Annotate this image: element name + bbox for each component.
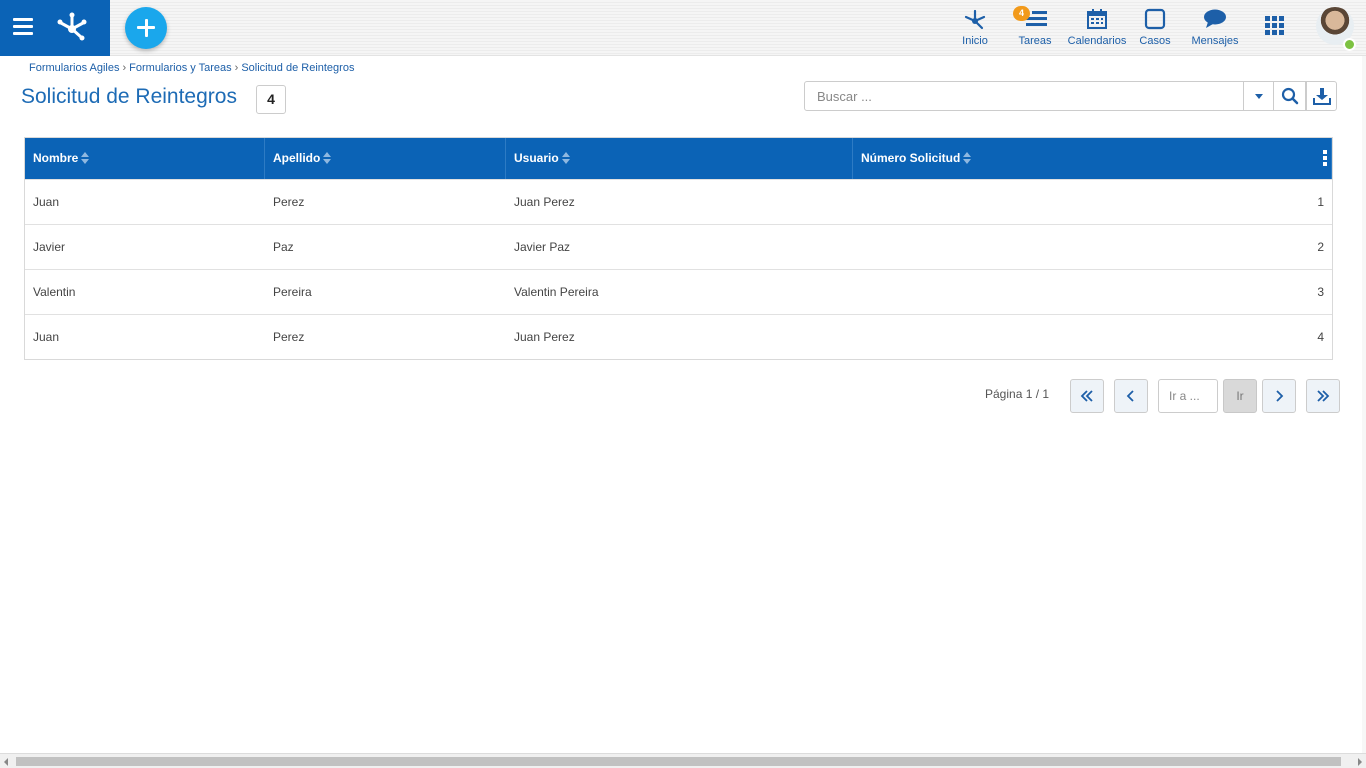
column-header-apellido[interactable]: Apellido [265,138,506,179]
chevron-right-icon [1276,390,1284,402]
search-options-dropdown[interactable] [1243,82,1273,110]
column-header-nombre[interactable]: Nombre [25,138,265,179]
nav-casos[interactable]: Casos [1138,6,1172,47]
column-header-label: Usuario [514,151,559,165]
top-bar: Inicio 4 Tareas Calendarios Casos Mensaj… [0,0,1366,56]
nav-inicio-label: Inicio [962,35,988,47]
cell-usuario: Juan Perez [514,195,575,209]
nav-tareas-label: Tareas [1018,35,1052,47]
column-header-usuario[interactable]: Usuario [506,138,853,179]
cell-usuario: Valentin Pereira [514,285,599,299]
column-header-label: Apellido [273,151,321,165]
table-row[interactable]: Valentin Pereira Valentin Pereira 3 [25,269,1332,314]
next-page-button[interactable] [1262,379,1296,413]
previous-page-button[interactable] [1114,379,1148,413]
vertical-scrollbar[interactable] [1362,56,1366,753]
nav-calendarios-label: Calendarios [1067,35,1127,47]
download-icon [1312,88,1331,105]
cell-nombre: Javier [33,240,66,254]
nav-calendarios[interactable]: Calendarios [1066,6,1128,47]
cell-nombre: Valentin [33,285,76,299]
search-button[interactable] [1273,81,1306,111]
data-grid: Nombre Apellido Usuario Número Solicitud… [24,137,1333,360]
scroll-right-icon[interactable] [1358,758,1362,766]
hamburger-menu-icon[interactable] [13,18,33,36]
nav-mensajes[interactable]: Mensajes [1191,6,1239,47]
table-row[interactable]: Juan Perez Juan Perez 4 [25,314,1332,359]
table-row[interactable]: Javier Paz Javier Paz 2 [25,224,1332,269]
column-header-label: Nombre [33,151,79,165]
page-indicator: Página 1 / 1 [985,387,1050,401]
tasks-icon: 4 [1013,6,1054,32]
tasks-count-badge: 4 [1013,6,1030,21]
sort-icon[interactable] [323,151,332,164]
goto-page-input[interactable] [1159,380,1215,412]
cell-usuario: Juan Perez [514,330,575,344]
nav-inicio[interactable]: Inicio [958,6,992,47]
apps-grid-button[interactable] [1264,16,1286,41]
grid-header: Nombre Apellido Usuario Número Solicitud [25,138,1332,179]
cell-apellido: Paz [273,240,294,254]
online-status-icon [1343,38,1356,51]
cell-usuario: Javier Paz [514,240,571,254]
column-header-label: Número Solicitud [861,151,961,165]
sort-icon[interactable] [561,151,570,164]
messages-icon [1191,6,1239,32]
page-title: Solicitud de Reintegros [21,85,237,108]
last-page-button[interactable] [1306,379,1340,413]
nav-tareas[interactable]: 4 Tareas [1013,6,1054,47]
app-logo-icon[interactable] [55,10,89,47]
column-options-icon[interactable] [1323,150,1327,166]
scroll-left-icon[interactable] [4,758,8,766]
search-input[interactable] [805,82,1235,110]
breadcrumb-separator-icon: › [234,62,239,74]
scrollbar-thumb[interactable] [16,757,1341,766]
calendar-icon [1066,6,1128,32]
search-field [804,81,1274,111]
breadcrumb-separator-icon: › [122,62,127,74]
table-row[interactable]: Juan Perez Juan Perez 1 [25,179,1332,224]
first-page-button[interactable] [1070,379,1104,413]
horizontal-scrollbar[interactable] [0,753,1366,768]
breadcrumb: Formularios Agiles › Formularios y Tareas ›… [29,62,354,74]
cell-apellido: Perez [273,330,305,344]
sort-icon[interactable] [963,151,972,164]
search-icon [1281,87,1298,105]
goto-page-field [1158,379,1218,413]
cell-apellido: Perez [273,195,305,209]
double-chevron-left-icon [1080,390,1093,402]
cell-numero-solicitud: 3 [1317,285,1324,299]
export-button[interactable] [1306,81,1337,111]
apps-grid-icon [1265,16,1284,35]
record-count-badge: 4 [256,85,286,114]
brand-area [0,0,110,56]
double-chevron-right-icon [1317,390,1330,402]
nav-casos-label: Casos [1139,35,1171,47]
column-header-numero-solicitud[interactable]: Número Solicitud [853,138,1332,179]
chevron-left-icon [1126,390,1134,402]
cell-nombre: Juan [33,195,60,209]
sort-icon[interactable] [81,151,90,164]
cell-apellido: Pereira [273,285,312,299]
cell-numero-solicitud: 2 [1317,240,1324,254]
breadcrumb-item-formularios-agiles[interactable]: Formularios Agiles [29,62,119,74]
cell-nombre: Juan [33,330,60,344]
cases-icon [1138,6,1172,32]
breadcrumb-item-formularios-tareas[interactable]: Formularios y Tareas [129,62,232,74]
home-network-icon [958,6,992,32]
cell-numero-solicitud: 4 [1317,330,1324,344]
add-new-button[interactable] [125,7,167,49]
nav-mensajes-label: Mensajes [1191,35,1239,47]
cell-numero-solicitud: 1 [1317,195,1324,209]
breadcrumb-item-current: Solicitud de Reintegros [241,62,355,74]
go-button[interactable]: Ir [1223,379,1257,413]
